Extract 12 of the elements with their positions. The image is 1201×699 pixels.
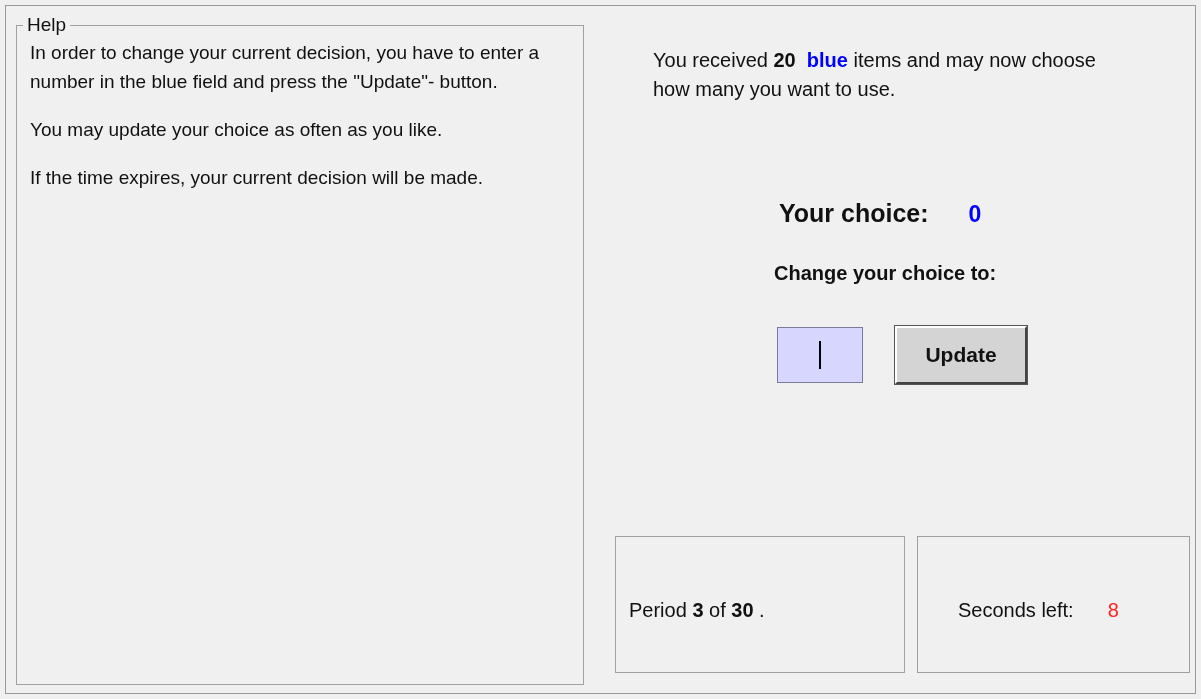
update-button[interactable]: Update (895, 325, 1027, 384)
info-text: You received 20 blue items and may now choose how many you want to use. (653, 48, 1097, 102)
choice-value: 0 (968, 199, 982, 229)
help-text: If the time expires, your current decision will be made. (30, 166, 485, 190)
help-text: You may update your choice as often as you like. (30, 118, 444, 142)
help-text: In order to change your current decision, you have to enter a number in the blue field and press the "Update"- button. (30, 41, 541, 94)
choice-label: Your choice: (779, 198, 929, 229)
input-field[interactable] (777, 326, 863, 383)
change-label: Change your choice to: (774, 260, 998, 286)
seconds-label: Seconds left: (958, 597, 1074, 623)
seconds-value: 8 (1107, 597, 1119, 623)
period-text: Period 3 of 30 . (629, 597, 765, 623)
